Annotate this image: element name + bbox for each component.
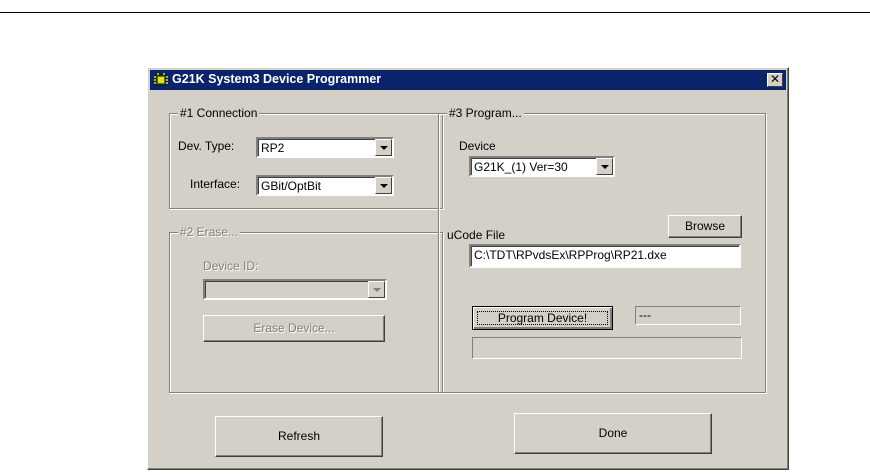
device-select[interactable]: G21K_(1) Ver=30 [469,156,615,177]
chevron-down-icon [380,184,388,188]
interface-select[interactable]: GBit/OptBit [256,175,394,196]
interface-dropdown-button[interactable] [375,177,392,194]
dev-type-value: RP2 [261,141,285,155]
dev-type-label: Dev. Type: [178,139,235,153]
chip-icon [154,73,168,86]
program-legend: #3 Program... [447,106,524,120]
ucode-file-label: uCode File [447,228,506,242]
connection-legend: #1 Connection [178,106,260,120]
interface-label: Interface: [190,177,241,191]
program-status-field: --- [635,306,741,325]
refresh-button[interactable]: Refresh [215,416,383,457]
ucode-file-path: C:\TDT\RPvdsEx\RPProg\RP21.dxe [474,248,667,262]
program-device-button[interactable]: Program Device! [472,306,613,330]
device-programmer-window: G21K System3 Device Programmer ✕ #1 Conn… [147,67,789,470]
device-id-label: Device ID: [203,259,259,273]
close-button[interactable]: ✕ [767,73,783,87]
chevron-down-icon [380,146,388,150]
title-bar[interactable]: G21K System3 Device Programmer ✕ [150,70,786,90]
ucode-file-input[interactable]: C:\TDT\RPvdsEx\RPProg\RP21.dxe [469,244,741,268]
program-group: #3 Program... Device G21K_(1) Ver=30 Bro… [438,106,766,393]
erase-legend: #2 Erase... [178,225,241,239]
progress-bar [472,337,742,359]
device-id-dropdown-button[interactable] [368,281,385,298]
chevron-down-icon [601,165,609,169]
browse-button[interactable]: Browse [668,215,742,238]
interface-value: GBit/OptBit [261,179,322,193]
device-value: G21K_(1) Ver=30 [474,160,568,174]
done-button[interactable]: Done [514,413,712,454]
erase-device-button[interactable]: Erase Device... [203,315,385,342]
device-label: Device [459,139,496,153]
chevron-down-icon [373,288,381,292]
close-icon: ✕ [769,72,781,86]
dev-type-select[interactable]: RP2 [256,137,394,158]
window-title: G21K System3 Device Programmer [172,72,382,86]
device-id-select[interactable] [203,279,387,300]
connection-group: #1 Connection Dev. Type: RP2 Interface: … [169,106,443,209]
dev-type-dropdown-button[interactable] [375,139,392,156]
page-top-rule [0,12,870,13]
focus-rect [477,311,608,325]
erase-group: #2 Erase... Device ID: Erase Device... [169,225,443,393]
device-dropdown-button[interactable] [596,158,613,175]
program-status-text: --- [639,308,651,322]
